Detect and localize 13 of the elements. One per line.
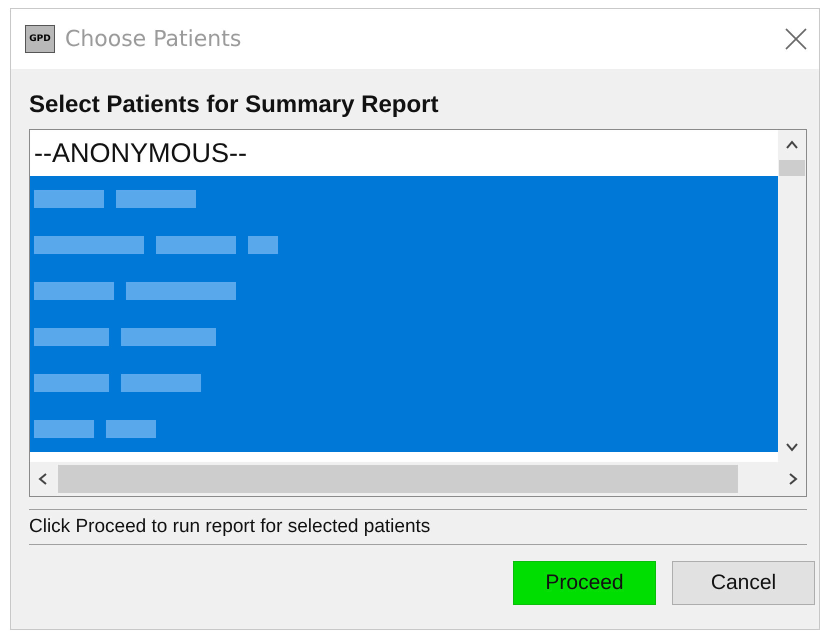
section-heading: Select Patients for Summary Report: [29, 91, 440, 119]
window-title: Choose Patients: [65, 26, 242, 52]
cancel-button[interactable]: Cancel: [672, 561, 815, 605]
patient-row[interactable]: [30, 176, 778, 222]
scroll-thumb[interactable]: [58, 465, 738, 493]
proceed-button[interactable]: Proceed: [513, 561, 656, 605]
patient-row[interactable]: [30, 406, 778, 452]
horizontal-scrollbar[interactable]: [30, 462, 806, 496]
app-icon: GPD: [25, 25, 55, 53]
vertical-scrollbar[interactable]: [778, 130, 806, 462]
close-icon[interactable]: [785, 28, 807, 50]
status-text: Click Proceed to run report for selected patients: [29, 509, 807, 545]
scroll-thumb[interactable]: [779, 160, 805, 176]
